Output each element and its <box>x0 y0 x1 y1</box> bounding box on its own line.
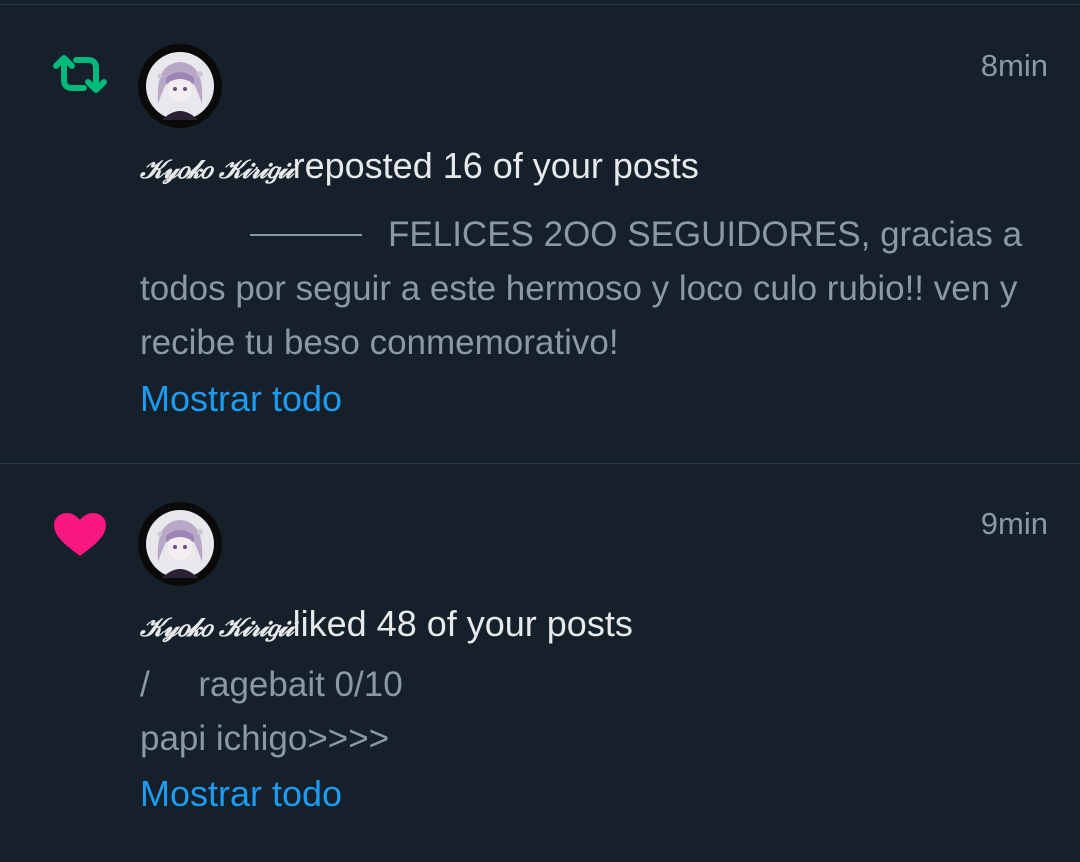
dash-separator <box>250 233 362 236</box>
notification-repost[interactable]: 8min 𝒦𝓎𝑜𝓀𝑜 𝒦𝒾𝓇𝒾𝑔𝒾𝒾reposted 16 of your po… <box>0 0 1080 463</box>
notification-headline: 𝒦𝓎𝑜𝓀𝑜 𝒦𝒾𝓇𝒾𝑔𝒾𝒾liked 48 of your posts <box>140 602 633 650</box>
repost-icon <box>50 50 110 100</box>
post-snippet[interactable]: / ragebait 0/10 papi ichigo>>>> <box>140 658 1050 766</box>
show-all-link[interactable]: Mostrar todo <box>140 378 342 420</box>
username[interactable]: 𝒦𝓎𝑜𝓀𝑜 𝒦𝒾𝓇𝒾𝑔𝒾𝒾 <box>140 613 294 643</box>
avatar[interactable] <box>138 502 222 586</box>
action-text: liked 48 of your posts <box>292 603 633 644</box>
snippet-line: papi ichigo>>>> <box>140 719 390 758</box>
action-text: reposted 16 of your posts <box>292 145 699 186</box>
username[interactable]: 𝒦𝓎𝑜𝓀𝑜 𝒦𝒾𝓇𝒾𝑔𝒾𝒾 <box>140 155 294 185</box>
timestamp: 8min <box>980 48 1048 83</box>
snippet-line: / ragebait 0/10 <box>140 665 403 704</box>
heart-icon <box>50 510 110 560</box>
timestamp: 9min <box>980 506 1048 541</box>
show-all-link[interactable]: Mostrar todo <box>140 773 342 815</box>
notification-like[interactable]: 9min 𝒦𝓎𝑜𝓀𝑜 𝒦𝒾𝓇𝒾𝑔𝒾𝒾liked 48 of your posts… <box>0 464 1080 862</box>
post-snippet[interactable]: FELICES 2OO SEGUIDORES, gracias a todos … <box>140 208 1050 370</box>
avatar[interactable] <box>138 44 222 128</box>
notification-headline: 𝒦𝓎𝑜𝓀𝑜 𝒦𝒾𝓇𝒾𝑔𝒾𝒾reposted 16 of your posts <box>140 144 699 192</box>
snippet-text: FELICES 2OO SEGUIDORES, gracias a todos … <box>140 215 1023 362</box>
